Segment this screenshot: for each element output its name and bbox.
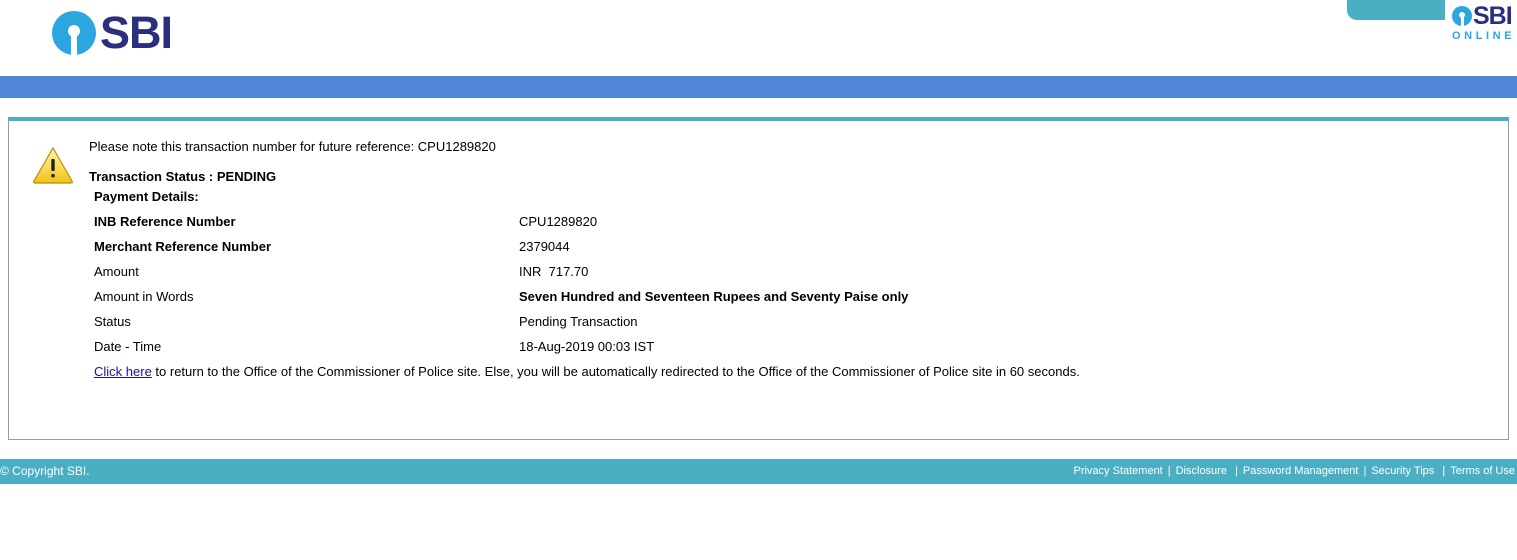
sbi-logo-mark-icon [52,11,96,55]
header-tab [1347,0,1457,20]
sbi-logo: SBI [52,7,192,58]
sbi-online-logo: SBI ONLINE [1445,0,1517,44]
payment-details-title: Payment Details: [94,189,199,204]
transaction-status-label: Transaction Status : [89,169,217,184]
nav-bar [0,76,1517,98]
page: SBI SBI ONLINE Please note this transact… [0,0,1517,560]
click-here-link[interactable]: Click here [94,364,152,379]
detail-row-date-time: Date - Time 18-Aug-2019 00:03 IST [94,339,1394,355]
footer: © Copyright SBI. Privacy Statement | Discl… [0,459,1517,484]
detail-label: Status [94,314,131,329]
footer-links: Privacy Statement | Disclosure | Password M… [1073,465,1515,477]
detail-label: INB Reference Number [94,214,236,229]
detail-row-status: Status Pending Transaction [94,314,1394,330]
sbi-online-logo-text: SBI [1473,2,1513,30]
disclosure-link[interactable]: Disclosure [1176,465,1227,477]
transaction-panel: Please note this transaction number for … [8,117,1509,440]
detail-label: Amount [94,264,139,279]
detail-label: Merchant Reference Number [94,239,271,254]
detail-value: INR 717.70 [519,264,589,279]
transaction-status-value: PENDING [216,169,277,184]
reference-note: Please note this transaction number for … [89,139,496,154]
detail-value: 2379044 [519,239,570,254]
sbi-online-mark-icon [1452,6,1472,26]
detail-row-merchant-reference: Merchant Reference Number 2379044 [94,239,1394,255]
security-tips-link[interactable]: Security Tips [1371,465,1434,477]
password-management-link[interactable]: Password Management [1243,465,1359,477]
copyright-text: © Copyright SBI. [0,464,90,478]
detail-row-amount: Amount INR 717.70 [94,264,1394,280]
detail-row-amount-in-words: Amount in Words Seven Hundred and Sevent… [94,289,1394,305]
detail-label: Date - Time [94,339,162,354]
detail-label: Amount in Words [94,289,194,304]
detail-value: CPU1289820 [519,214,598,229]
privacy-statement-link[interactable]: Privacy Statement [1073,465,1162,477]
detail-value: Seven Hundred and Seventeen Rupees and S… [519,289,909,304]
detail-row-inb-reference: INB Reference Number CPU1289820 [94,214,1394,230]
detail-value: 18-Aug-2019 00:03 IST [519,339,655,354]
redirect-message: Click here to return to the Office of th… [94,364,1080,380]
terms-of-use-link[interactable]: Terms of Use [1450,465,1515,477]
sbi-logo-text: SBI [100,7,173,58]
warning-icon [33,146,73,184]
redirect-text: to return to the Office of the Commissio… [151,364,1080,379]
sbi-online-logo-sub: ONLINE [1452,30,1516,42]
detail-value: Pending Transaction [519,314,638,329]
transaction-status: Transaction Status : PENDING [89,169,276,185]
